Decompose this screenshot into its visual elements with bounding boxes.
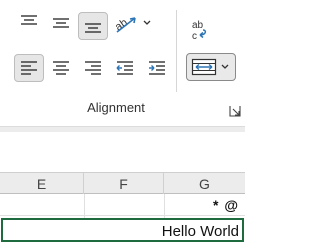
- table-row[interactable]: * @: [0, 194, 245, 216]
- align-middle-icon: [53, 18, 69, 28]
- align-right-icon: [85, 61, 101, 75]
- group-label: Alignment: [87, 100, 145, 115]
- align-left-icon: [21, 61, 37, 75]
- align-center-icon: [53, 61, 69, 75]
- wrap-text-icon: ab c: [192, 20, 207, 42]
- increase-indent-button[interactable]: [142, 54, 172, 82]
- cell-text: Hello World: [161, 223, 239, 240]
- column-header-g[interactable]: G: [164, 173, 245, 194]
- ribbon-alignment-group: ab ab c Alignment: [0, 0, 245, 128]
- column-header-e[interactable]: E: [0, 173, 84, 194]
- wrap-text-button[interactable]: ab c: [186, 16, 214, 44]
- dialog-launcher-icon: [229, 106, 241, 117]
- cell-g1-text: * @: [213, 197, 239, 213]
- decrease-indent-button[interactable]: [110, 54, 140, 82]
- column-header-f[interactable]: F: [84, 173, 164, 194]
- spreadsheet-grid: E F G * @ Hello World: [0, 172, 245, 250]
- increase-indent-icon: [149, 61, 165, 75]
- selected-cell[interactable]: Hello World: [1, 218, 244, 242]
- dialog-launcher-button[interactable]: [229, 104, 241, 117]
- decrease-indent-icon: [116, 61, 133, 75]
- chevron-down-icon: [143, 20, 151, 25]
- orientation-button[interactable]: ab: [110, 9, 154, 37]
- merge-center-icon: [191, 58, 217, 76]
- top-align-button[interactable]: [14, 8, 44, 36]
- svg-text:ab: ab: [192, 20, 204, 31]
- group-separator: [176, 10, 177, 92]
- align-bottom-icon: [85, 23, 101, 33]
- bottom-align-button[interactable]: [78, 12, 108, 40]
- orientation-icon: ab: [113, 17, 136, 34]
- middle-align-button[interactable]: [46, 9, 76, 37]
- chevron-down-icon: [221, 64, 229, 69]
- svg-text:ab: ab: [113, 17, 130, 34]
- merge-center-button[interactable]: [186, 53, 236, 81]
- center-align-button[interactable]: [46, 54, 76, 82]
- svg-text:c: c: [192, 31, 197, 42]
- column-headers: E F G: [0, 172, 245, 194]
- ribbon-bottom-border: [0, 126, 245, 132]
- align-left-button[interactable]: [14, 54, 44, 82]
- align-top-icon: [21, 15, 37, 25]
- align-right-button[interactable]: [78, 54, 108, 82]
